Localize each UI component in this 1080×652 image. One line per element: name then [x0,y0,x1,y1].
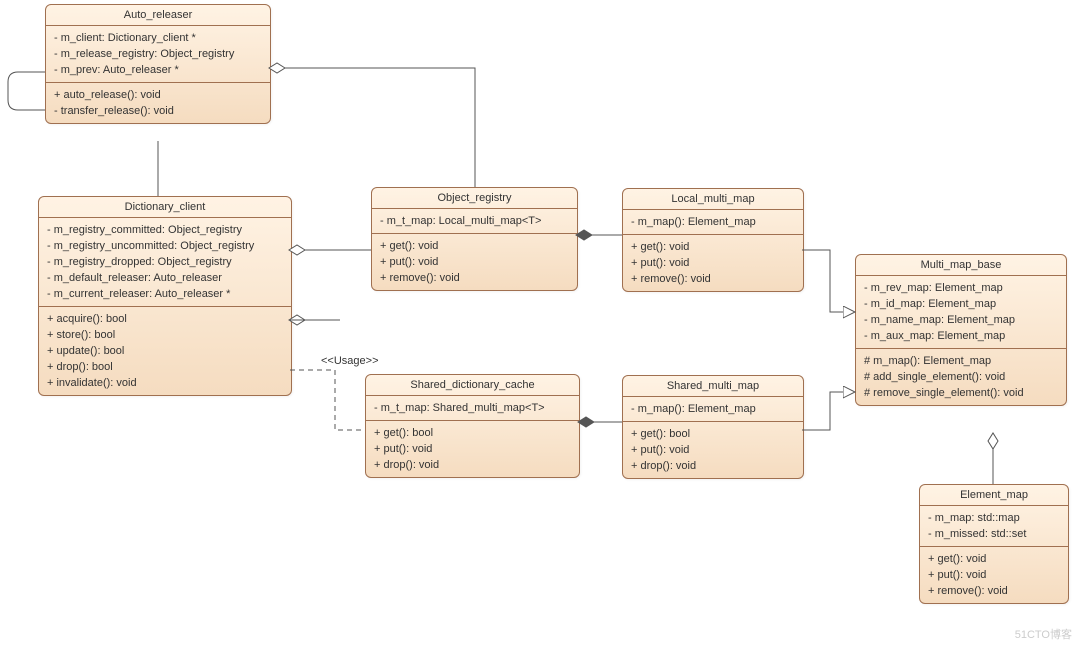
op: + auto_release(): void [54,87,262,103]
class-title: Shared_dictionary_cache [366,375,579,396]
class-ops: + get(): bool + put(): void + drop(): vo… [623,422,803,478]
op: # remove_single_element(): void [864,385,1058,401]
class-title: Element_map [920,485,1068,506]
attr: - m_missed: std::set [928,526,1060,542]
op: + drop(): void [631,458,795,474]
attr: - m_prev: Auto_releaser * [54,62,262,78]
class-local-multi-map: Local_multi_map - m_map(): Element_map +… [622,188,804,292]
op: - transfer_release(): void [54,103,262,119]
class-attrs: - m_t_map: Local_multi_map<T> [372,209,577,234]
op: + remove(): void [928,583,1060,599]
class-object-registry: Object_registry - m_t_map: Local_multi_m… [371,187,578,291]
op: + put(): void [631,442,795,458]
class-attrs: - m_registry_committed: Object_registry … [39,218,291,307]
op: + put(): void [374,441,571,457]
op: + acquire(): bool [47,311,283,327]
attr: - m_rev_map: Element_map [864,280,1058,296]
op: + get(): bool [631,426,795,442]
stereotype-usage: <<Usage>> [321,355,379,367]
class-ops: # m_map(): Element_map # add_single_elem… [856,349,1066,405]
class-shared-dictionary-cache: Shared_dictionary_cache - m_t_map: Share… [365,374,580,478]
attr: - m_client: Dictionary_client * [54,30,262,46]
op: + remove(): void [631,271,795,287]
attr: - m_current_releaser: Auto_releaser * [47,286,283,302]
class-attrs: - m_client: Dictionary_client * - m_rele… [46,26,270,83]
class-auto-releaser: Auto_releaser - m_client: Dictionary_cli… [45,4,271,124]
class-multi-map-base: Multi_map_base - m_rev_map: Element_map … [855,254,1067,406]
attr: - m_map(): Element_map [631,214,795,230]
class-dictionary-client: Dictionary_client - m_registry_committed… [38,196,292,396]
class-element-map: Element_map - m_map: std::map - m_missed… [919,484,1069,604]
op: + remove(): void [380,270,569,286]
op: + drop(): void [374,457,571,473]
op: + update(): bool [47,343,283,359]
class-title: Local_multi_map [623,189,803,210]
attr: - m_aux_map: Element_map [864,328,1058,344]
attr: - m_registry_dropped: Object_registry [47,254,283,270]
op: # m_map(): Element_map [864,353,1058,369]
op: + put(): void [631,255,795,271]
op: + get(): void [380,238,569,254]
attr: - m_release_registry: Object_registry [54,46,262,62]
attr: - m_default_releaser: Auto_releaser [47,270,283,286]
op: + put(): void [928,567,1060,583]
class-attrs: - m_rev_map: Element_map - m_id_map: Ele… [856,276,1066,349]
attr: - m_t_map: Shared_multi_map<T> [374,400,571,416]
op: + drop(): bool [47,359,283,375]
class-ops: + get(): bool + put(): void + drop(): vo… [366,421,579,477]
op: + get(): void [928,551,1060,567]
class-ops: + get(): void + put(): void + remove(): … [920,547,1068,603]
op: # add_single_element(): void [864,369,1058,385]
attr: - m_map(): Element_map [631,401,795,417]
op: + get(): void [631,239,795,255]
class-title: Auto_releaser [46,5,270,26]
class-title: Dictionary_client [39,197,291,218]
class-attrs: - m_map(): Element_map [623,397,803,422]
class-attrs: - m_t_map: Shared_multi_map<T> [366,396,579,421]
attr: - m_registry_committed: Object_registry [47,222,283,238]
class-attrs: - m_map(): Element_map [623,210,803,235]
class-ops: + acquire(): bool + store(): bool + upda… [39,307,291,395]
attr: - m_name_map: Element_map [864,312,1058,328]
op: + invalidate(): void [47,375,283,391]
watermark-text: 51CTO博客 [1015,626,1072,642]
class-title: Multi_map_base [856,255,1066,276]
attr: - m_t_map: Local_multi_map<T> [380,213,569,229]
op: + put(): void [380,254,569,270]
attr: - m_id_map: Element_map [864,296,1058,312]
attr: - m_map: std::map [928,510,1060,526]
class-ops: + auto_release(): void - transfer_releas… [46,83,270,123]
attr: - m_registry_uncommitted: Object_registr… [47,238,283,254]
class-shared-multi-map: Shared_multi_map - m_map(): Element_map … [622,375,804,479]
class-ops: + get(): void + put(): void + remove(): … [623,235,803,291]
class-attrs: - m_map: std::map - m_missed: std::set [920,506,1068,547]
class-title: Shared_multi_map [623,376,803,397]
class-title: Object_registry [372,188,577,209]
class-ops: + get(): void + put(): void + remove(): … [372,234,577,290]
op: + store(): bool [47,327,283,343]
op: + get(): bool [374,425,571,441]
